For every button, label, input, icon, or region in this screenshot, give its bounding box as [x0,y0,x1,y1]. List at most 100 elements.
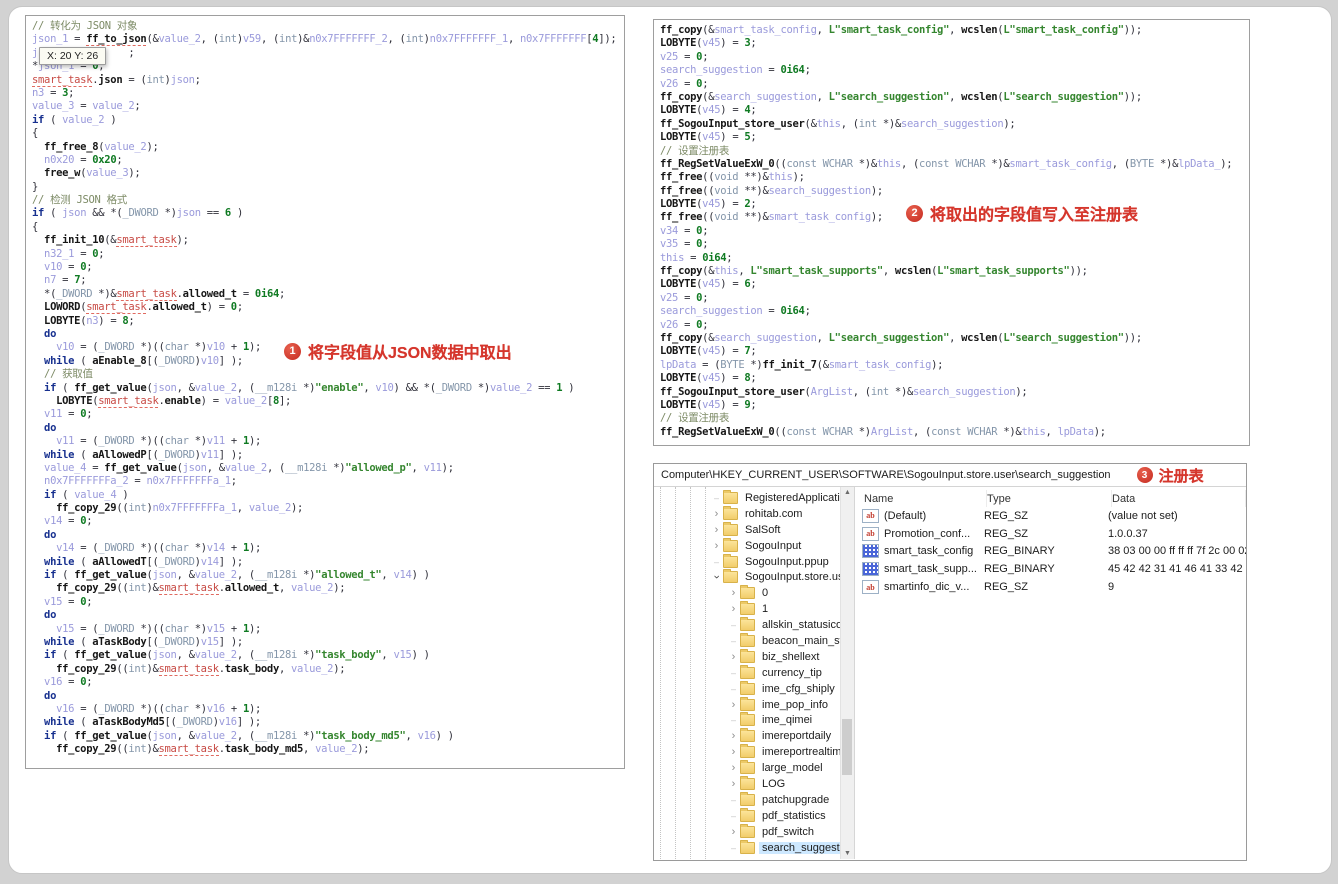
tree-connector: – [713,556,719,567]
registry-tree-item[interactable]: › biz_shellext [654,648,840,665]
code-line: LOBYTE(smart_task.enable) = value_2[8]; [56,394,292,408]
tree-item-label: 1 [762,603,769,616]
tree-item-label: large_model [762,762,823,775]
chevron-collapsed-icon[interactable]: › [710,508,723,519]
tree-item-label: pdf_statistics [762,809,826,822]
code-line: ff_copy_29((int)&smart_task.task_body, v… [56,662,346,676]
tree-connector: – [730,620,736,631]
code-line: LOBYTE(v45) = 4; [660,104,757,117]
annotation-write-registry: 2 将取出的字段值写入至注册表 [906,201,1138,225]
code-line: search_suggestion = 0i64; [660,305,811,318]
folder-icon [723,489,738,504]
registry-tree-item[interactable]: – ime_qimei [654,712,840,728]
registry-value-row[interactable]: smart_task_config REG_BINARY 38 03 00 00 f… [855,543,1246,561]
folder-icon [740,791,755,806]
folder-icon [740,696,755,711]
code-line: if ( value_2 ) [32,113,117,126]
chevron-collapsed-icon[interactable]: › [727,604,740,615]
registry-value-row[interactable]: ab smartinfo_dic_v... REG_SZ 9 [855,578,1246,596]
code-line: while ( aAllowedT[(_DWORD)v14] ); [44,555,243,568]
registry-tree-item[interactable]: › SalSoft [654,521,840,538]
scroll-down-icon[interactable]: ▼ [841,850,854,857]
folder-icon [740,664,755,679]
registry-tree-item[interactable]: › imereportrealtime [654,744,840,760]
registry-tree-item[interactable]: › 0 [654,585,840,601]
chevron-collapsed-icon[interactable]: › [727,651,740,662]
code-line: ff_free((void **)&this); [660,171,805,184]
registry-tree-item[interactable]: – patchupgrade [654,791,840,808]
registry-address-bar[interactable]: Computer\HKEY_CURRENT_USER\SOFTWARE\Sogo… [654,464,1246,487]
folder-icon [740,775,755,790]
value-data: 9 [1108,581,1115,594]
chevron-collapsed-icon[interactable]: › [727,763,740,774]
registry-value-row[interactable]: ab (Default) REG_SZ (value not set) [855,507,1246,525]
column-header-data[interactable]: Data [1112,490,1246,507]
registry-tree-item[interactable]: › SogouInput.store.user [654,569,840,585]
value-name: smart_task_config [884,545,974,558]
registry-tree-item[interactable]: – allskin_statusiconstatis [654,617,840,633]
chevron-expanded-icon[interactable]: › [711,571,723,584]
chevron-collapsed-icon[interactable]: › [727,826,740,837]
registry-tree-item[interactable]: › 1 [654,601,840,617]
code-line: ff_copy_29((int)&smart_task.allowed_t, v… [56,582,346,596]
registry-tree-item[interactable]: – SogouInput.ppup [654,553,840,570]
tree-connector: – [730,715,736,726]
value-data: 38 03 00 00 ff ff ff 7f 2c 00 02 00 02 0… [1108,545,1246,558]
chevron-collapsed-icon[interactable]: › [727,699,740,710]
tree-item-label: ime_pop_info [762,698,829,711]
folder-icon [740,648,755,663]
registry-tree-item[interactable]: – search_suggestion [654,839,840,856]
tree-item-label: patchupgrade [762,793,830,806]
chevron-collapsed-icon[interactable]: › [710,524,723,535]
folder-icon [723,505,738,520]
code-line: ff_copy(&search_suggestion, L"search_sug… [660,90,1142,103]
registry-tree-item[interactable]: › LOG [654,775,840,792]
code-line: ff_free_8(value_2); [44,140,159,153]
code-line: ff_copy(&this, L"smart_task_supports", w… [660,265,1088,278]
folder-icon [740,712,755,727]
code-line: v11 = (_DWORD *)((char *)v11 + 1); [56,435,262,448]
registry-tree-item[interactable]: › SogouInput [654,537,840,554]
registry-tree-item[interactable]: › ime_pop_info [654,696,840,713]
scroll-up-icon[interactable]: ▲ [841,489,854,496]
registry-tree-item[interactable]: › imereportdaily [654,728,840,744]
code-line: } [32,180,39,193]
chevron-collapsed-icon[interactable]: › [727,747,740,758]
registry-tree: – RegisteredApplications › rohitab.com › SalS… [654,487,840,859]
registry-value-row[interactable]: ab Promotion_conf... REG_SZ 1.0.0.37 [855,525,1246,543]
value-data: 1.0.0.37 [1108,527,1148,540]
code-line: n7 = 7; [44,274,87,287]
code-line: if ( json && *(_DWORD *)json == 6 ) [32,207,243,220]
code-line: v34 = 0; [660,224,709,237]
chevron-collapsed-icon[interactable]: › [727,731,740,742]
registry-value-row[interactable]: smart_task_supp... REG_BINARY 45 42 42 31 … [855,560,1246,578]
registry-tree-item[interactable]: – RegisteredApplications [654,489,840,506]
registry-tree-item[interactable]: › pdf_switch [654,823,840,840]
code-line: free_w(value_3); [44,167,141,180]
tree-connector: – [730,794,736,805]
column-header-name[interactable]: Name [855,490,987,507]
registry-path: Computer\HKEY_CURRENT_USER\SOFTWARE\Sogo… [661,469,1111,481]
decompiler-right-panel: ff_copy(&smart_task_config, L"smart_task… [653,19,1250,446]
annotation-3-text: 注册表 [1158,467,1204,485]
value-type: REG_SZ [984,581,1029,594]
registry-tree-item[interactable]: › rohitab.com [654,505,840,522]
registry-tree-item[interactable]: – ime_cfg_shiply [654,680,840,697]
chevron-collapsed-icon[interactable]: › [710,540,723,551]
code-line: v14 = 0; [44,515,93,528]
chevron-collapsed-icon[interactable]: › [727,778,740,789]
tree-item-label: rohitab.com [745,507,803,520]
scrollbar-thumb[interactable] [842,719,852,775]
column-header-type[interactable]: Type [987,490,1112,507]
registry-tree-item[interactable]: – beacon_main_switch [654,632,840,649]
tree-scrollbar[interactable]: ▲ ▼ [840,487,855,859]
value-name: (Default) [884,509,927,522]
registry-tree-item[interactable]: – currency_tip [654,664,840,681]
code-line: v25 = 0; [660,50,709,63]
folder-icon [723,569,738,584]
tree-item-label: pdf_switch [762,825,814,838]
chevron-collapsed-icon[interactable]: › [727,588,740,599]
registry-tree-item[interactable]: – pdf_statistics [654,807,840,824]
tree-item-label: RegisteredApplications [745,491,840,504]
registry-tree-item[interactable]: › large_model [654,760,840,776]
